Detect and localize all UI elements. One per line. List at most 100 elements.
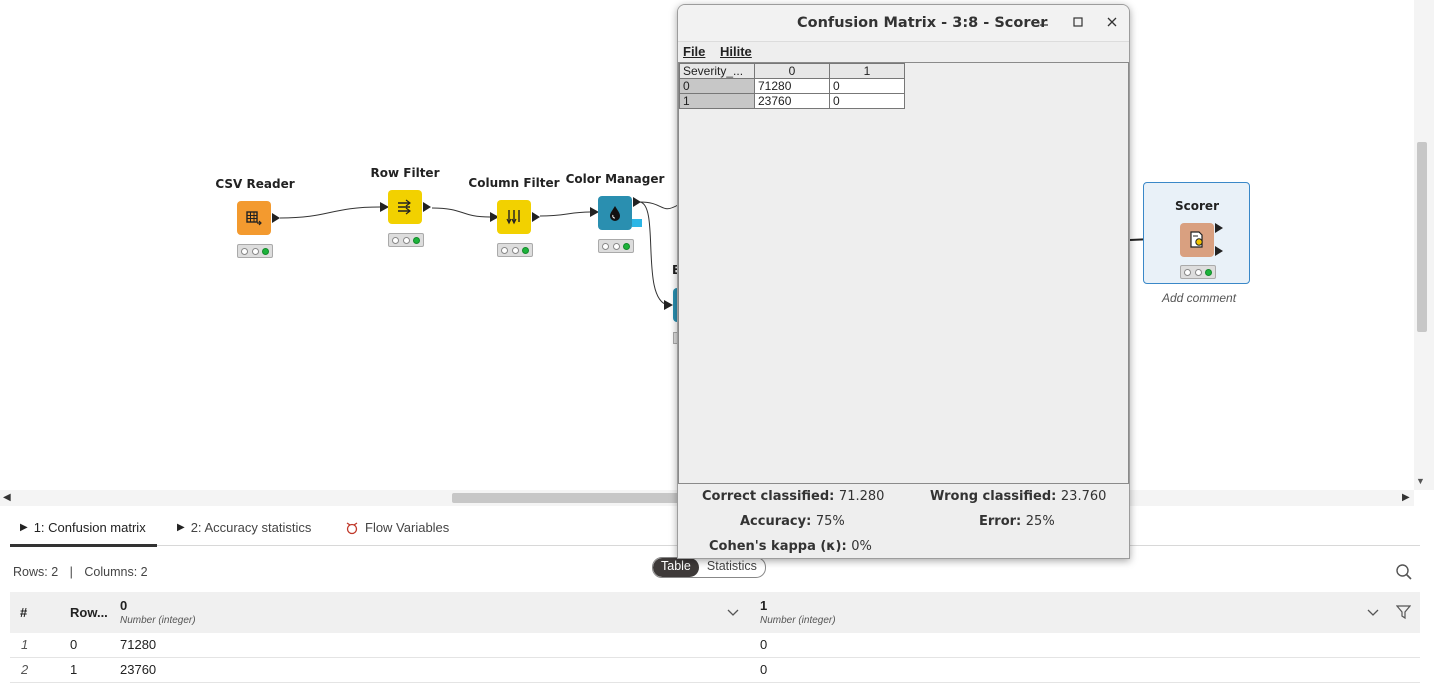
tab-label: 1: Confusion matrix xyxy=(33,520,146,535)
stat-label: Cohen's kappa (κ): xyxy=(709,539,847,554)
table-dimensions: Rows: 2 | Columns: 2 xyxy=(13,565,148,579)
maximize-icon xyxy=(1073,17,1083,27)
cell-col-1: 0 xyxy=(760,637,768,652)
chevron-down-icon[interactable] xyxy=(1367,609,1379,617)
column-filter-out-port[interactable] xyxy=(532,212,540,222)
scorer-icon xyxy=(1190,231,1203,248)
columns-count: Columns: 2 xyxy=(84,565,148,579)
stat-value: 71.280 xyxy=(838,489,885,504)
scorer-out-port-1[interactable] xyxy=(1215,223,1223,233)
table-row[interactable]: 2 1 23760 0 xyxy=(10,658,1420,683)
chevron-down-icon[interactable] xyxy=(727,609,739,617)
matrix-cell[interactable]: 0 xyxy=(829,93,905,109)
menu-file[interactable]: File xyxy=(683,44,705,59)
window-title: Confusion Matrix - 3:8 - Scorer xyxy=(797,15,1048,31)
column-filter-node[interactable] xyxy=(497,200,531,234)
tab-flow-variables[interactable]: Flow Variables xyxy=(345,520,449,535)
color-manager-status xyxy=(598,239,634,253)
search-icon[interactable] xyxy=(1395,563,1413,581)
stat-label: Correct classified: xyxy=(702,489,835,504)
scroll-right-arrow-icon[interactable]: ▶ xyxy=(1402,492,1410,503)
stat-correct-classified: Correct classified: 71.280 xyxy=(702,489,884,504)
header-col-1[interactable]: 1 xyxy=(760,598,767,613)
cell-col-0: 71280 xyxy=(120,637,157,652)
matrix-col-header-1[interactable]: 1 xyxy=(829,63,905,79)
tab-confusion-matrix[interactable]: ▶ 1: Confusion matrix xyxy=(20,520,146,535)
matrix-col-header-0[interactable]: 0 xyxy=(754,63,830,79)
stat-wrong-classified: Wrong classified: 23.760 xyxy=(930,489,1106,504)
stat-label: Accuracy: xyxy=(740,514,812,529)
tab-label: Flow Variables xyxy=(365,520,450,535)
play-triangle-icon: ▶ xyxy=(20,522,28,533)
minimize-button[interactable] xyxy=(1036,14,1052,30)
tab-accuracy-statistics[interactable]: ▶ 2: Accuracy statistics xyxy=(177,520,311,535)
node-title-color-manager: Color Manager xyxy=(565,172,665,186)
color-model-port[interactable] xyxy=(632,219,642,227)
active-tab-indicator xyxy=(10,544,157,547)
table-statistics-toggle[interactable]: Table Statistics xyxy=(652,557,766,578)
node-title-row-filter: Row Filter xyxy=(370,166,440,180)
window-titlebar[interactable]: Confusion Matrix - 3:8 - Scorer xyxy=(678,5,1129,42)
toggle-statistics[interactable]: Statistics xyxy=(699,558,765,577)
row-filter-node[interactable] xyxy=(388,190,422,224)
matrix-row-header-0[interactable]: 0 xyxy=(679,78,755,94)
stat-value: 75% xyxy=(815,514,845,529)
header-col-0[interactable]: 0 xyxy=(120,598,127,613)
color-manager-out-port[interactable] xyxy=(633,197,641,207)
stat-accuracy: Accuracy: 75% xyxy=(740,514,845,529)
scroll-left-arrow-icon[interactable]: ◀ xyxy=(3,492,11,503)
scorer-node[interactable] xyxy=(1180,223,1214,257)
filter-icon[interactable] xyxy=(1396,605,1411,620)
add-comment-label[interactable]: Add comment xyxy=(1162,291,1236,305)
confusion-matrix-area: Severity_... 0 1 0 71280 0 1 23760 0 xyxy=(678,62,1129,484)
stat-cohens-kappa: Cohen's kappa (κ): 0% xyxy=(709,539,872,554)
stat-value: 25% xyxy=(1025,514,1055,529)
row-index: 1 xyxy=(21,637,29,652)
close-button[interactable] xyxy=(1104,14,1120,30)
matrix-row-header-1[interactable]: 1 xyxy=(679,93,755,109)
column-filter-status xyxy=(497,243,533,257)
stat-label: Error: xyxy=(979,514,1022,529)
scroll-down-arrow-icon[interactable]: ▼ xyxy=(1416,476,1425,486)
cell-col-0: 23760 xyxy=(120,662,157,677)
confusion-matrix-table: Severity_... 0 1 0 71280 0 1 23760 0 xyxy=(679,63,905,109)
canvas-vertical-scroll-thumb[interactable] xyxy=(1417,142,1427,332)
column-filter-icon xyxy=(506,210,520,225)
row-filter-icon xyxy=(398,199,411,215)
csv-reader-out-port[interactable] xyxy=(272,213,280,223)
scorer-out-port-2[interactable] xyxy=(1215,246,1223,256)
row-id: 1 xyxy=(70,662,78,677)
play-triangle-icon: ▶ xyxy=(177,522,185,533)
color-manager-node[interactable] xyxy=(598,196,632,230)
matrix-corner-header[interactable]: Severity_... xyxy=(679,63,755,79)
stat-value: 0% xyxy=(851,539,872,554)
canvas-horizontal-scroll-thumb[interactable] xyxy=(452,493,682,503)
confusion-matrix-window[interactable]: Confusion Matrix - 3:8 - Scorer File Hil… xyxy=(677,4,1130,559)
table-row[interactable]: 1 0 71280 0 xyxy=(10,633,1420,658)
row-filter-out-port[interactable] xyxy=(423,202,431,212)
matrix-cell[interactable]: 71280 xyxy=(754,78,830,94)
csv-reader-node[interactable] xyxy=(237,201,271,235)
matrix-cell[interactable]: 23760 xyxy=(754,93,830,109)
cell-col-1: 0 xyxy=(760,662,768,677)
menu-hilite[interactable]: Hilite xyxy=(720,44,752,59)
flow-variable-icon xyxy=(346,521,358,534)
row-filter-status xyxy=(388,233,424,247)
node-title-column-filter: Column Filter xyxy=(468,176,560,190)
close-icon xyxy=(1107,17,1117,27)
window-menubar: File Hilite xyxy=(678,41,1129,62)
maximize-button[interactable] xyxy=(1070,14,1086,30)
csv-reader-status xyxy=(237,244,273,258)
scorer-status xyxy=(1180,265,1216,279)
stat-value: 23.760 xyxy=(1060,489,1107,504)
header-index: # xyxy=(20,605,28,620)
droplet-icon xyxy=(610,206,620,221)
stat-label: Wrong classified: xyxy=(930,489,1057,504)
header-rowid[interactable]: Row... xyxy=(70,605,108,620)
table-header: # Row... 0 Number (integer) 1 Number (in… xyxy=(10,592,1420,633)
toggle-table[interactable]: Table xyxy=(653,558,699,577)
table-icon xyxy=(246,211,262,226)
header-col-1-type: Number (integer) xyxy=(760,615,836,626)
matrix-cell[interactable]: 0 xyxy=(829,78,905,94)
row-index: 2 xyxy=(21,662,29,677)
